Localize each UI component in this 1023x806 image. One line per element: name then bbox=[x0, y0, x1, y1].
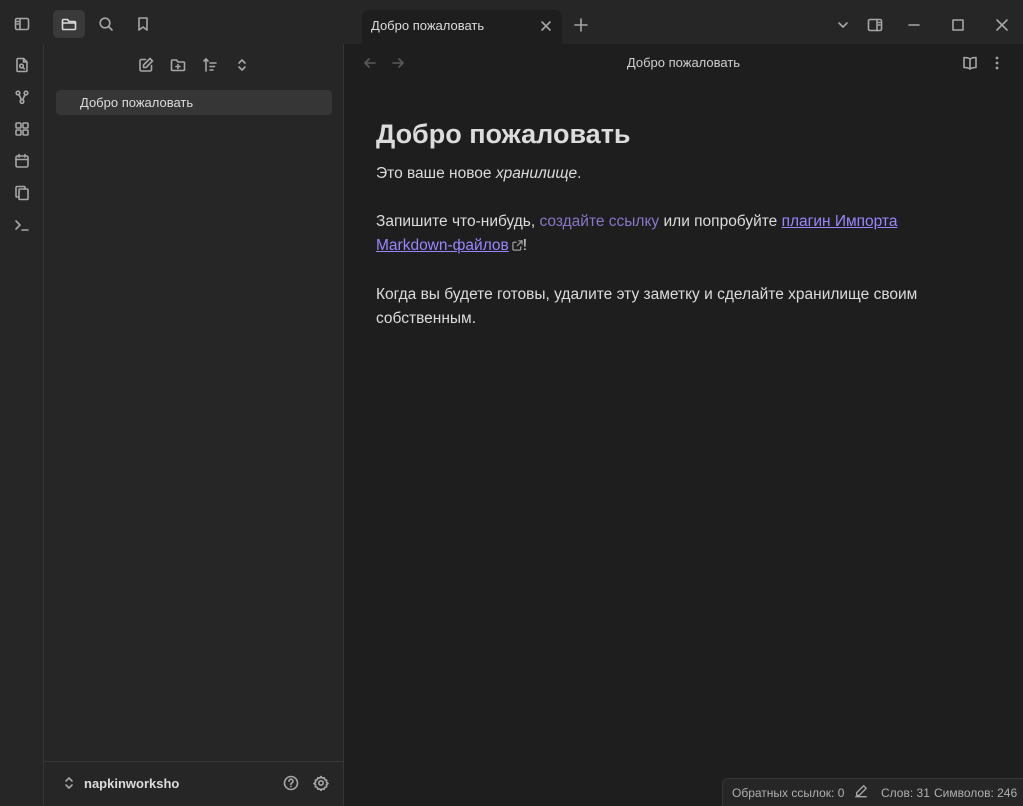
minimize-icon[interactable] bbox=[902, 13, 926, 37]
status-bar: Обратных ссылок: 0 Слов: 31 Символов: 24… bbox=[722, 778, 1023, 806]
p3-line-2: собственным. bbox=[376, 310, 477, 327]
external-link-icon bbox=[512, 235, 523, 259]
new-folder-icon[interactable] bbox=[166, 53, 190, 77]
p2-middle: или попробуйте bbox=[659, 213, 782, 230]
templates-icon[interactable] bbox=[10, 181, 34, 205]
search-icon[interactable] bbox=[92, 10, 120, 38]
toggle-sidebar-icon[interactable] bbox=[8, 10, 36, 38]
note-content[interactable]: Добро пожаловать Это ваше новое хранилищ… bbox=[376, 114, 936, 355]
more-options-icon[interactable] bbox=[988, 52, 1006, 74]
help-icon[interactable] bbox=[279, 771, 303, 795]
external-link-part-1[interactable]: плагин Импорта bbox=[782, 213, 898, 230]
note-paragraph-1: Это ваше новое хранилище. bbox=[376, 162, 936, 186]
graph-view-icon[interactable] bbox=[10, 85, 34, 109]
expand-collapse-icon[interactable] bbox=[230, 53, 254, 77]
maximize-icon[interactable] bbox=[946, 13, 970, 37]
external-link-part-2[interactable]: Markdown-файлов bbox=[376, 237, 509, 254]
file-item-label: Добро пожаловать bbox=[80, 95, 194, 110]
canvas-icon[interactable] bbox=[10, 117, 34, 141]
p1-suffix: . bbox=[577, 165, 582, 182]
bookmark-icon[interactable] bbox=[129, 10, 157, 38]
new-tab-icon[interactable] bbox=[570, 14, 592, 36]
view-title[interactable]: Добро пожаловать bbox=[344, 55, 1023, 70]
tab-title[interactable]: Добро пожаловать bbox=[371, 18, 484, 33]
tab-list-chevron-icon[interactable] bbox=[832, 14, 854, 36]
left-sidebar bbox=[44, 44, 344, 806]
files-tab-icon[interactable] bbox=[53, 10, 85, 38]
note-heading: Добро пожаловать bbox=[376, 119, 631, 149]
vault-name[interactable]: napkinworksho bbox=[84, 776, 179, 791]
vault-switcher-chevron-icon[interactable] bbox=[60, 774, 78, 792]
new-note-icon[interactable] bbox=[134, 53, 158, 77]
file-item-welcome[interactable]: Добро пожаловать bbox=[56, 90, 332, 115]
sort-icon[interactable] bbox=[198, 53, 222, 77]
settings-gear-icon[interactable] bbox=[309, 771, 333, 795]
p2-prefix: Запишите что-нибудь, bbox=[376, 213, 540, 230]
close-window-icon[interactable] bbox=[990, 13, 1014, 37]
p2-suffix: ! bbox=[522, 237, 528, 254]
toggle-right-sidebar-icon[interactable] bbox=[863, 13, 887, 37]
command-palette-icon[interactable] bbox=[10, 213, 34, 237]
edit-mode-pencil-icon[interactable] bbox=[854, 784, 868, 801]
p1-prefix: Это ваше новое bbox=[376, 165, 496, 182]
p3-line-1: Когда вы будете готовы, удалите эту заме… bbox=[376, 286, 918, 303]
p1-emphasis: хранилище bbox=[495, 165, 578, 182]
calendar-icon[interactable] bbox=[10, 149, 34, 173]
char-count: Символов: 246 bbox=[934, 786, 1018, 800]
word-count: Слов: 31 bbox=[881, 786, 930, 800]
quick-switcher-icon[interactable] bbox=[10, 53, 34, 77]
note-paragraph-3: Когда вы будете готовы, удалите эту заме… bbox=[376, 283, 936, 331]
note-paragraph-2: Запишите что-нибудь, создайте ссылку или… bbox=[376, 210, 936, 259]
backlinks-count[interactable]: Обратных ссылок: 0 bbox=[732, 786, 844, 800]
reading-view-icon[interactable] bbox=[958, 52, 982, 74]
internal-link[interactable]: создайте ссылку bbox=[539, 213, 659, 230]
close-tab-icon[interactable] bbox=[536, 16, 556, 36]
